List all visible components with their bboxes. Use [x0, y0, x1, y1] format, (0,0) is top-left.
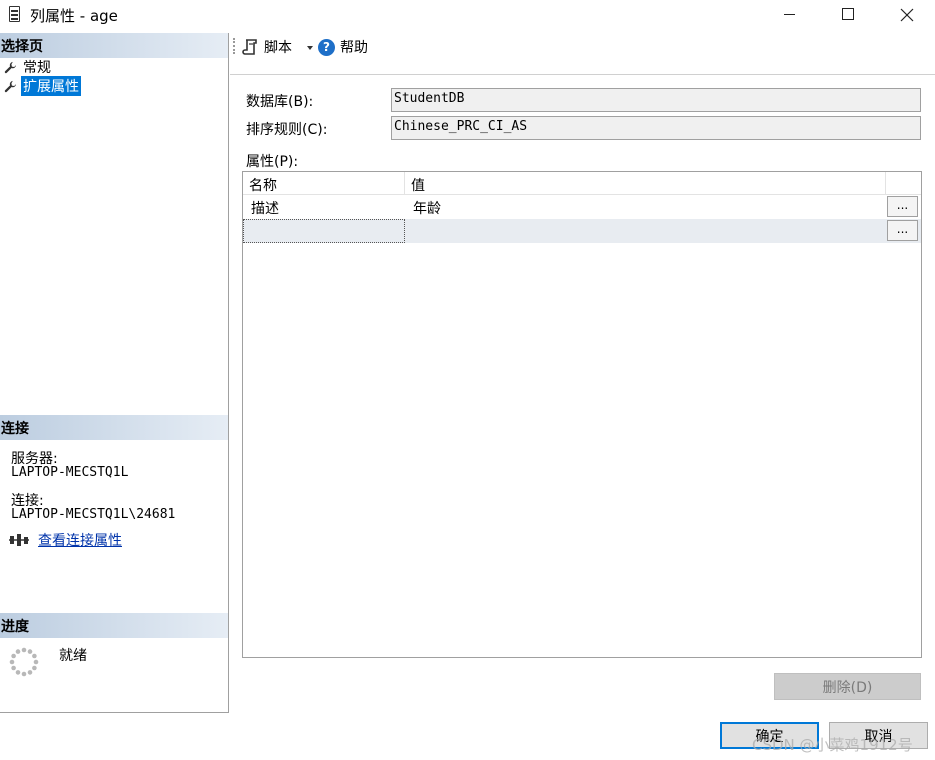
script-dropdown-arrow-icon[interactable]: [307, 46, 313, 50]
script-label: 脚本: [264, 40, 292, 56]
progress-spinner-icon: [9, 647, 39, 677]
help-button[interactable]: ? 帮助: [318, 37, 368, 57]
ellipsis-button[interactable]: ...: [887, 220, 918, 241]
table-row-new[interactable]: ...: [243, 219, 921, 243]
column-header-name[interactable]: 名称: [243, 172, 405, 195]
progress-header: 进度: [0, 613, 228, 638]
help-icon: ?: [318, 38, 335, 56]
column-properties-icon: [9, 6, 20, 22]
delete-button[interactable]: 删除(D): [774, 673, 921, 700]
property-value-cell[interactable]: 年龄: [405, 195, 886, 219]
table-row[interactable]: 描述 年龄 ...: [243, 195, 921, 219]
nav-item-general[interactable]: 常规: [4, 58, 53, 76]
script-icon: [242, 39, 257, 55]
help-label: 帮助: [340, 40, 368, 56]
maximize-button[interactable]: [825, 0, 871, 30]
select-page-header: 选择页: [0, 33, 228, 58]
nav-item-extended-properties[interactable]: 扩展属性: [4, 76, 81, 96]
minimize-button[interactable]: [767, 0, 813, 30]
window-title: 列属性 - age: [30, 7, 118, 25]
ellipsis-button[interactable]: ...: [887, 196, 918, 217]
property-name-cell[interactable]: [243, 219, 405, 243]
column-header-extra: [886, 172, 921, 195]
property-name-cell[interactable]: 描述: [243, 195, 405, 219]
properties-grid: 名称 值 描述 年龄 ... ...: [242, 171, 922, 658]
nav-item-label: 常规: [23, 60, 51, 76]
toolbar-grip: [233, 38, 235, 54]
wrench-icon: [4, 61, 17, 73]
left-pane: 选择页 常规 扩展属性 连接 服务器: LAPTOP-MECSTQ1L 连接: …: [0, 33, 229, 713]
progress-status: 就绪: [59, 648, 87, 664]
server-value: LAPTOP-MECSTQ1L: [11, 465, 129, 480]
column-header-value[interactable]: 值: [405, 172, 886, 195]
properties-label: 属性(P):: [246, 154, 299, 170]
view-connection-properties-row: 查看连接属性: [9, 530, 122, 550]
property-value-cell[interactable]: [405, 219, 886, 243]
connection-properties-icon: [9, 534, 29, 546]
close-button[interactable]: [884, 0, 930, 30]
database-label: 数据库(B):: [246, 94, 314, 110]
close-icon: [900, 8, 914, 22]
collation-field[interactable]: Chinese_PRC_CI_AS: [391, 116, 921, 140]
watermark: CSDN @小菜鸡1912号: [752, 736, 913, 754]
connection-value: LAPTOP-MECSTQ1L\24681: [11, 507, 176, 522]
view-connection-properties-link[interactable]: 查看连接属性: [38, 530, 122, 550]
collation-label: 排序规则(C):: [246, 122, 328, 138]
script-button[interactable]: 脚本: [242, 37, 292, 57]
title-bar: 列属性 - age: [0, 0, 935, 30]
nav-item-label: 扩展属性: [21, 76, 81, 96]
database-field[interactable]: StudentDB: [391, 88, 921, 112]
wrench-icon: [4, 80, 17, 92]
toolbar: 脚本 ? 帮助: [230, 33, 935, 75]
connection-header: 连接: [0, 415, 228, 440]
